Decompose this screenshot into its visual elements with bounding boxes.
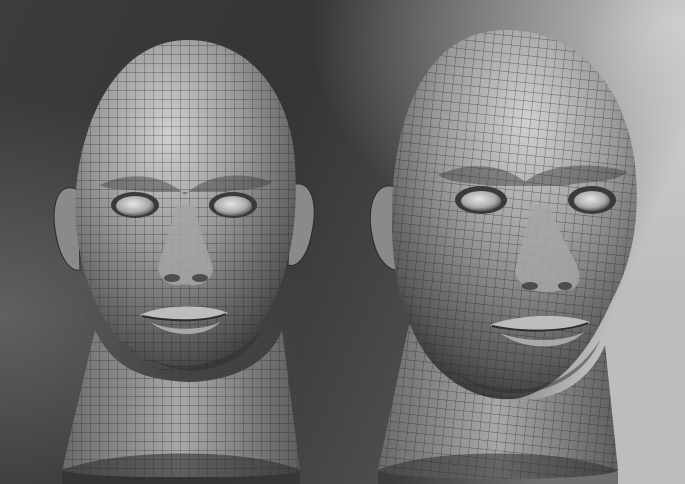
render-canvas bbox=[0, 0, 685, 484]
render-viewport bbox=[0, 0, 685, 484]
